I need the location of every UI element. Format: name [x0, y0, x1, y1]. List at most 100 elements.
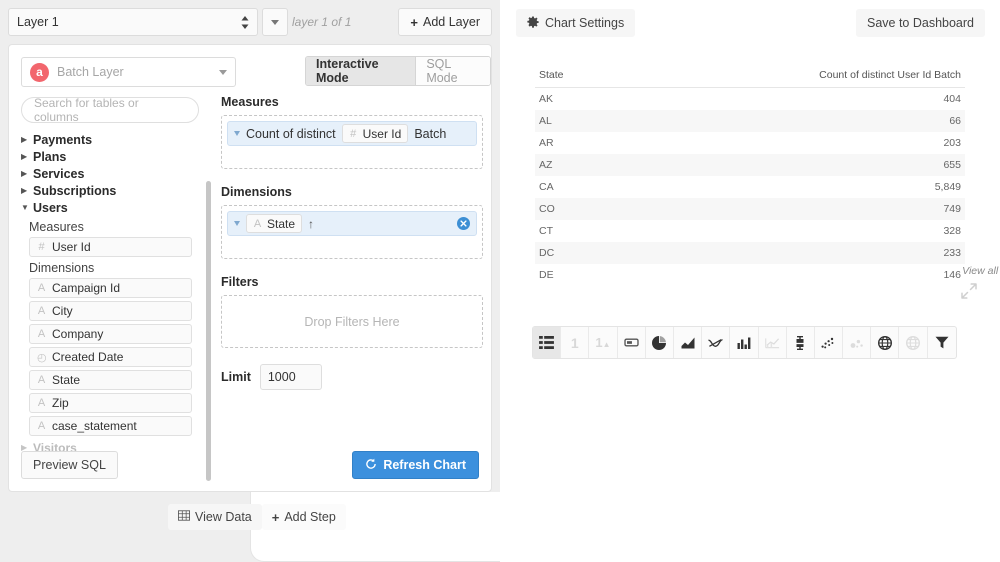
tree-item-subscriptions[interactable]: ▶ Subscriptions — [21, 182, 206, 199]
table-row[interactable]: AK 404 — [535, 88, 965, 111]
tree-item-users[interactable]: ▼ Users — [21, 199, 206, 216]
text-type-icon: A — [37, 282, 46, 294]
dimensions-section-title: Dimensions — [221, 185, 292, 199]
tree-item-payments[interactable]: ▶ Payments — [21, 131, 206, 148]
cell-count: 5,849 — [934, 181, 961, 193]
field-label: case_statement — [52, 419, 137, 433]
tree-item-label: Users — [33, 200, 68, 215]
progress-bar-icon[interactable] — [618, 327, 646, 358]
field-city[interactable]: A City — [29, 301, 192, 321]
field-user-id[interactable]: # User Id — [29, 237, 192, 257]
plus-icon: + — [271, 509, 280, 525]
dimension-field-pill: A State — [246, 214, 303, 233]
table-row[interactable]: CT 328 — [535, 220, 965, 242]
cell-state: CO — [539, 203, 555, 215]
schema-tree-scrollbar[interactable] — [206, 181, 211, 481]
field-campaign-id[interactable]: A Campaign Id — [29, 278, 192, 298]
filters-placeholder: Drop Filters Here — [304, 314, 400, 329]
scatter-plot-icon[interactable] — [815, 327, 844, 358]
table-icon[interactable] — [533, 327, 562, 358]
layer-select[interactable]: Layer 1 — [8, 8, 258, 36]
field-case-statement[interactable]: A case_statement — [29, 416, 192, 436]
source-avatar-icon: a — [30, 62, 49, 82]
tab-interactive-mode[interactable]: Interactive Mode — [306, 57, 416, 85]
sparkline-icon[interactable] — [759, 327, 787, 358]
measure-aggregate-label: Count of distinct — [246, 126, 336, 141]
table-row[interactable]: AL 66 — [535, 110, 965, 132]
column-header-count[interactable]: Count of distinct User Id Batch — [611, 64, 965, 88]
table-row[interactable]: CO 749 — [535, 198, 965, 220]
tab-sql-mode[interactable]: SQL Mode — [415, 57, 490, 85]
measure-token[interactable]: Count of distinct # User Id Batch — [227, 121, 477, 146]
layer-counter: layer 1 of 1 — [292, 15, 352, 29]
column-header-state[interactable]: State — [535, 64, 612, 88]
limit-input[interactable]: 1000 — [259, 364, 322, 390]
plus-icon: + — [410, 14, 419, 30]
tree-item-label: Services — [33, 166, 85, 181]
field-label: User Id — [52, 240, 91, 254]
tree-item-label: Subscriptions — [33, 183, 117, 198]
text-type-icon: A — [37, 397, 46, 409]
measures-dropzone[interactable]: Count of distinct # User Id Batch — [221, 115, 483, 169]
add-layer-button[interactable]: + Add Layer — [398, 8, 492, 36]
grid-icon — [178, 510, 190, 524]
table-row[interactable]: DE 146 — [535, 264, 965, 286]
bar-chart-icon[interactable] — [730, 327, 759, 358]
table-row[interactable]: CA 5,849 — [535, 176, 965, 198]
field-state[interactable]: A State — [29, 370, 192, 390]
filters-dropzone[interactable]: Drop Filters Here — [221, 295, 483, 348]
funnel-icon[interactable] — [928, 327, 956, 358]
layer-dropdown-button[interactable] — [262, 8, 288, 36]
tree-item-plans[interactable]: ▶ Plans — [21, 148, 206, 165]
table-row[interactable]: AR 203 — [535, 132, 965, 154]
sort-ascending-icon[interactable]: ↑ — [308, 217, 314, 231]
limit-label: Limit — [221, 370, 251, 384]
text-type-icon: A — [37, 420, 46, 432]
field-company[interactable]: A Company — [29, 324, 192, 344]
add-step-button[interactable]: + Add Step — [261, 504, 346, 530]
field-label: Created Date — [52, 350, 124, 364]
field-label: Campaign Id — [52, 281, 121, 295]
field-label: City — [52, 304, 73, 318]
cell-count: 233 — [943, 247, 961, 259]
view-data-button[interactable]: View Data — [168, 504, 262, 530]
remove-dimension-button[interactable] — [457, 217, 470, 230]
search-input[interactable]: Search for tables or columns — [21, 96, 199, 124]
preview-sql-button[interactable]: Preview SQL — [21, 451, 118, 479]
dimension-token[interactable]: A State ↑ — [227, 211, 477, 236]
chart-settings-label: Chart Settings — [545, 16, 625, 30]
globe-icon[interactable] — [871, 327, 900, 358]
expand-arrows-icon[interactable] — [960, 282, 978, 300]
table-row[interactable]: DC 233 — [535, 242, 965, 264]
cell-state: AL — [539, 115, 552, 127]
save-to-dashboard-button[interactable]: Save to Dashboard — [855, 9, 985, 37]
bubble-chart-icon[interactable] — [843, 327, 872, 358]
field-zip[interactable]: A Zip — [29, 393, 192, 413]
area-chart-icon[interactable] — [674, 327, 703, 358]
data-source-select[interactable]: a Batch Layer — [21, 57, 236, 87]
line-chart-icon[interactable] — [702, 327, 731, 358]
text-type-icon: A — [37, 305, 46, 317]
limit-row: Limit 1000 — [221, 364, 483, 390]
pie-chart-icon[interactable] — [646, 327, 674, 358]
refresh-chart-button[interactable]: Refresh Chart — [352, 451, 479, 479]
chevron-right-icon: ▶ — [21, 168, 28, 178]
globe-alt-icon[interactable] — [899, 327, 928, 358]
dimensions-dropzone[interactable]: A State ↑ — [221, 205, 483, 259]
number-trend-icon[interactable]: 1▲ — [589, 327, 618, 358]
tree-item-services[interactable]: ▶ Services — [21, 165, 206, 182]
result-table: State Count of distinct User Id Batch AK… — [535, 64, 965, 286]
number-icon[interactable]: 1 — [561, 327, 590, 358]
chart-preview-pane: Chart Settings Save to Dashboard State C… — [500, 0, 1000, 562]
chevron-down-icon[interactable] — [234, 131, 240, 136]
table-row[interactable]: AZ 655 — [535, 154, 965, 176]
table-header: State Count of distinct User Id Batch — [535, 64, 965, 88]
boxplot-icon[interactable] — [787, 327, 815, 358]
field-created-date[interactable]: ◴ Created Date — [29, 347, 192, 367]
measure-field-label: User Id — [362, 126, 402, 141]
cell-count: 328 — [943, 225, 961, 237]
table-header-row: State Count of distinct User Id Batch — [535, 64, 965, 88]
chart-settings-button[interactable]: Chart Settings — [516, 9, 636, 37]
chevron-down-icon[interactable] — [234, 221, 240, 226]
view-all-rows-link[interactable]: View all 51 rows — [962, 265, 1000, 277]
